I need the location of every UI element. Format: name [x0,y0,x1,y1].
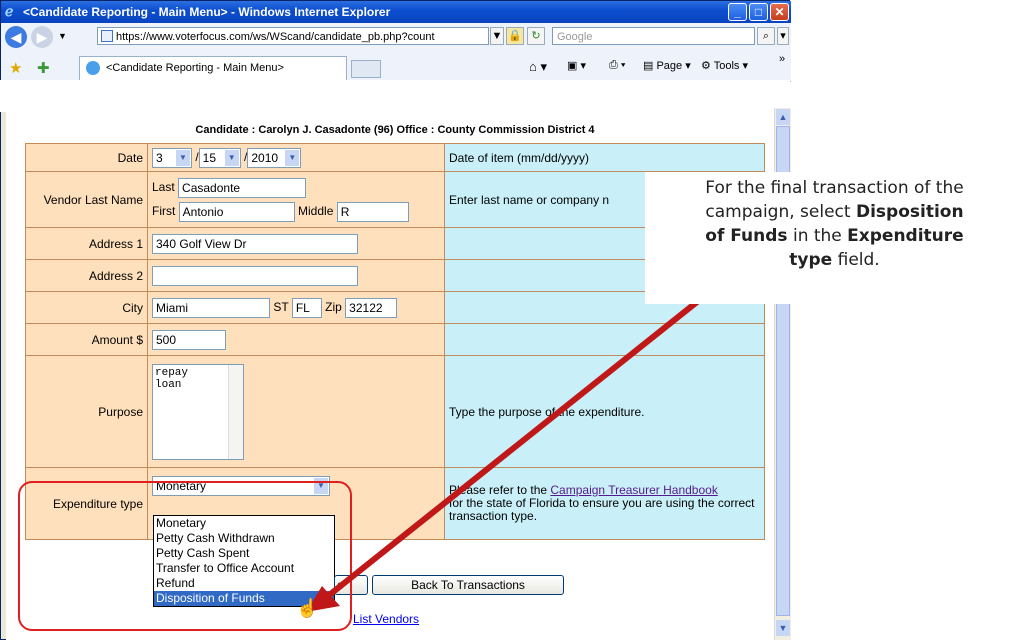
feeds-icon[interactable]: ▣ ▾ [567,59,586,72]
new-tab-button[interactable] [351,60,381,78]
callout-line-2-text: campaign, select [705,202,856,222]
day-value: 15 [202,150,217,165]
chevron-down-icon: ▼ [224,149,239,166]
zip-input[interactable]: 32122 [345,297,398,318]
date-hint: Date of item (mm/dd/yyyy) [444,143,765,172]
back-to-transactions-button[interactable]: Back To Transactions [372,575,564,595]
window-title: <Candidate Reporting - Main Menu> - Wind… [23,5,391,19]
scroll-down-icon[interactable]: ▼ [776,620,790,636]
tab-candidate-reporting[interactable]: <Candidate Reporting - Main Menu> [79,56,347,80]
purpose-label: Purpose [25,355,148,468]
tools-menu[interactable]: ⚙ Tools ▾ [701,59,748,72]
favorites-star-icon[interactable]: ★ [9,59,22,77]
middle-label: Middle [298,203,334,218]
city-input[interactable]: Miami [152,297,270,318]
back-arrow-icon[interactable]: ◀ [5,26,27,48]
scroll-up-icon[interactable]: ▲ [776,109,790,125]
page-body-top [0,80,790,112]
month-select[interactable]: 3 ▼ [152,147,192,168]
callout-line-4-bold: type [789,250,833,270]
lock-icon[interactable]: 🔒 [506,27,524,45]
candidate-header: Candidate : Carolyn J. Casadonte (96) Of… [195,124,595,136]
amount-input[interactable]: 500 [152,329,226,350]
amount-cell: 500 [147,323,445,356]
callout-line-2-bold: Disposition [855,202,964,222]
title-bar: ℯ <Candidate Reporting - Main Menu> - Wi… [1,1,791,23]
list-vendors-link[interactable]: List Vendors [353,612,419,626]
vendor-name-label: Vendor Last Name [25,171,148,228]
amount-hint [444,323,765,356]
ie-tab-icon [86,61,100,75]
address1-cell: 340 Golf View Dr [147,227,445,260]
mouse-cursor-icon: ☝ [296,598,319,618]
search-input[interactable]: Google [552,27,755,45]
refresh-icon[interactable]: ↻ [527,27,545,45]
instruction-callout: For the final transaction of the campaig… [645,172,1024,304]
forward-arrow-icon[interactable]: ▶ [31,26,53,48]
address1-label: Address 1 [25,227,148,260]
vendor-name-group: Last Casadonte First Antonio Middle R [147,171,445,228]
ie-logo-icon: ℯ [5,3,14,19]
zip-label: Zip [325,299,342,314]
url-input[interactable]: https://www.voterfocus.com/ws/WScand/can… [97,27,489,45]
city-group: Miami ST FL Zip 32122 [147,291,445,324]
callout-line-4-text: field. [832,250,880,270]
callout-line-3-text: in the [787,226,848,246]
textarea-scrollbar[interactable] [228,364,243,459]
page-menu-label: Page [656,60,683,72]
purpose-hint: Type the purpose of the expenditure. [444,355,765,468]
address2-input[interactable] [152,265,358,286]
treasurer-handbook-link[interactable]: Campaign Treasurer Handbook [550,483,717,497]
page-menu[interactable]: ▤ Page ▾ [643,59,691,72]
city-label: City [25,291,148,324]
purpose-cell: repay loan [147,355,445,468]
month-value: 3 [156,150,163,165]
callout-line-1: For the final transaction of the [705,178,964,198]
year-select[interactable]: 2010 ▼ [247,147,302,168]
print-icon[interactable]: ⎙ ▾ [609,59,625,72]
close-button[interactable]: ✕ [770,3,789,21]
chevron-down-icon: ▼ [176,149,190,166]
middle-name-input[interactable]: R [336,201,409,222]
last-name-input[interactable]: Casadonte [178,177,307,198]
callout-line-3-bold: of Funds [705,226,788,246]
address2-label: Address 2 [25,259,148,292]
maximize-button[interactable]: □ [749,3,768,21]
address-bar: ◀ ▶ ▼ https://www.voterfocus.com/ws/WSca… [1,23,791,54]
chevron-down-icon: ▼ [285,149,300,166]
page-icon [101,30,113,42]
day-select[interactable]: 15 ▼ [198,147,241,168]
history-dropdown-icon[interactable]: ▼ [58,31,67,41]
hint-prefix: Please refer to the [449,483,551,497]
search-options-icon[interactable]: ▾ [777,27,789,45]
tab-bar: ★ ✚ <Candidate Reporting - Main Menu> ⌂ … [1,53,791,82]
amount-label: Amount $ [25,323,148,356]
callout-line-3-bold-2: Expenditure [847,226,964,246]
add-favorite-icon[interactable]: ✚ [37,59,50,77]
address2-cell [147,259,445,292]
minimize-button[interactable]: _ [728,3,747,21]
url-text: https://www.voterfocus.com/ws/WScand/can… [116,31,435,43]
hint-suffix: for the state of Florida to ensure you a… [449,496,755,523]
home-icon[interactable]: ⌂ ▾ [529,59,547,75]
date-label: Date [25,143,148,172]
year-value: 2010 [251,150,279,165]
purpose-text: repay loan [155,366,189,391]
state-input[interactable]: FL [291,297,322,318]
address1-input[interactable]: 340 Golf View Dr [152,233,358,254]
first-label: First [152,203,176,218]
last-label: Last [152,179,175,194]
expenditure-hint: Please refer to the Campaign Treasurer H… [444,467,765,540]
state-label: ST [273,299,289,314]
tools-menu-label: Tools [713,60,740,72]
url-dropdown-icon[interactable]: ▼ [490,27,504,45]
more-chevron-icon[interactable]: » [779,53,785,65]
first-name-input[interactable]: Antonio [178,201,295,222]
tab-title: <Candidate Reporting - Main Menu> [106,62,284,74]
purpose-textarea[interactable]: repay loan [152,363,244,460]
date-field-group: 3 ▼ /15 ▼ /2010 ▼ [147,143,445,172]
search-magnifier-icon[interactable]: ⌕ [757,27,775,45]
